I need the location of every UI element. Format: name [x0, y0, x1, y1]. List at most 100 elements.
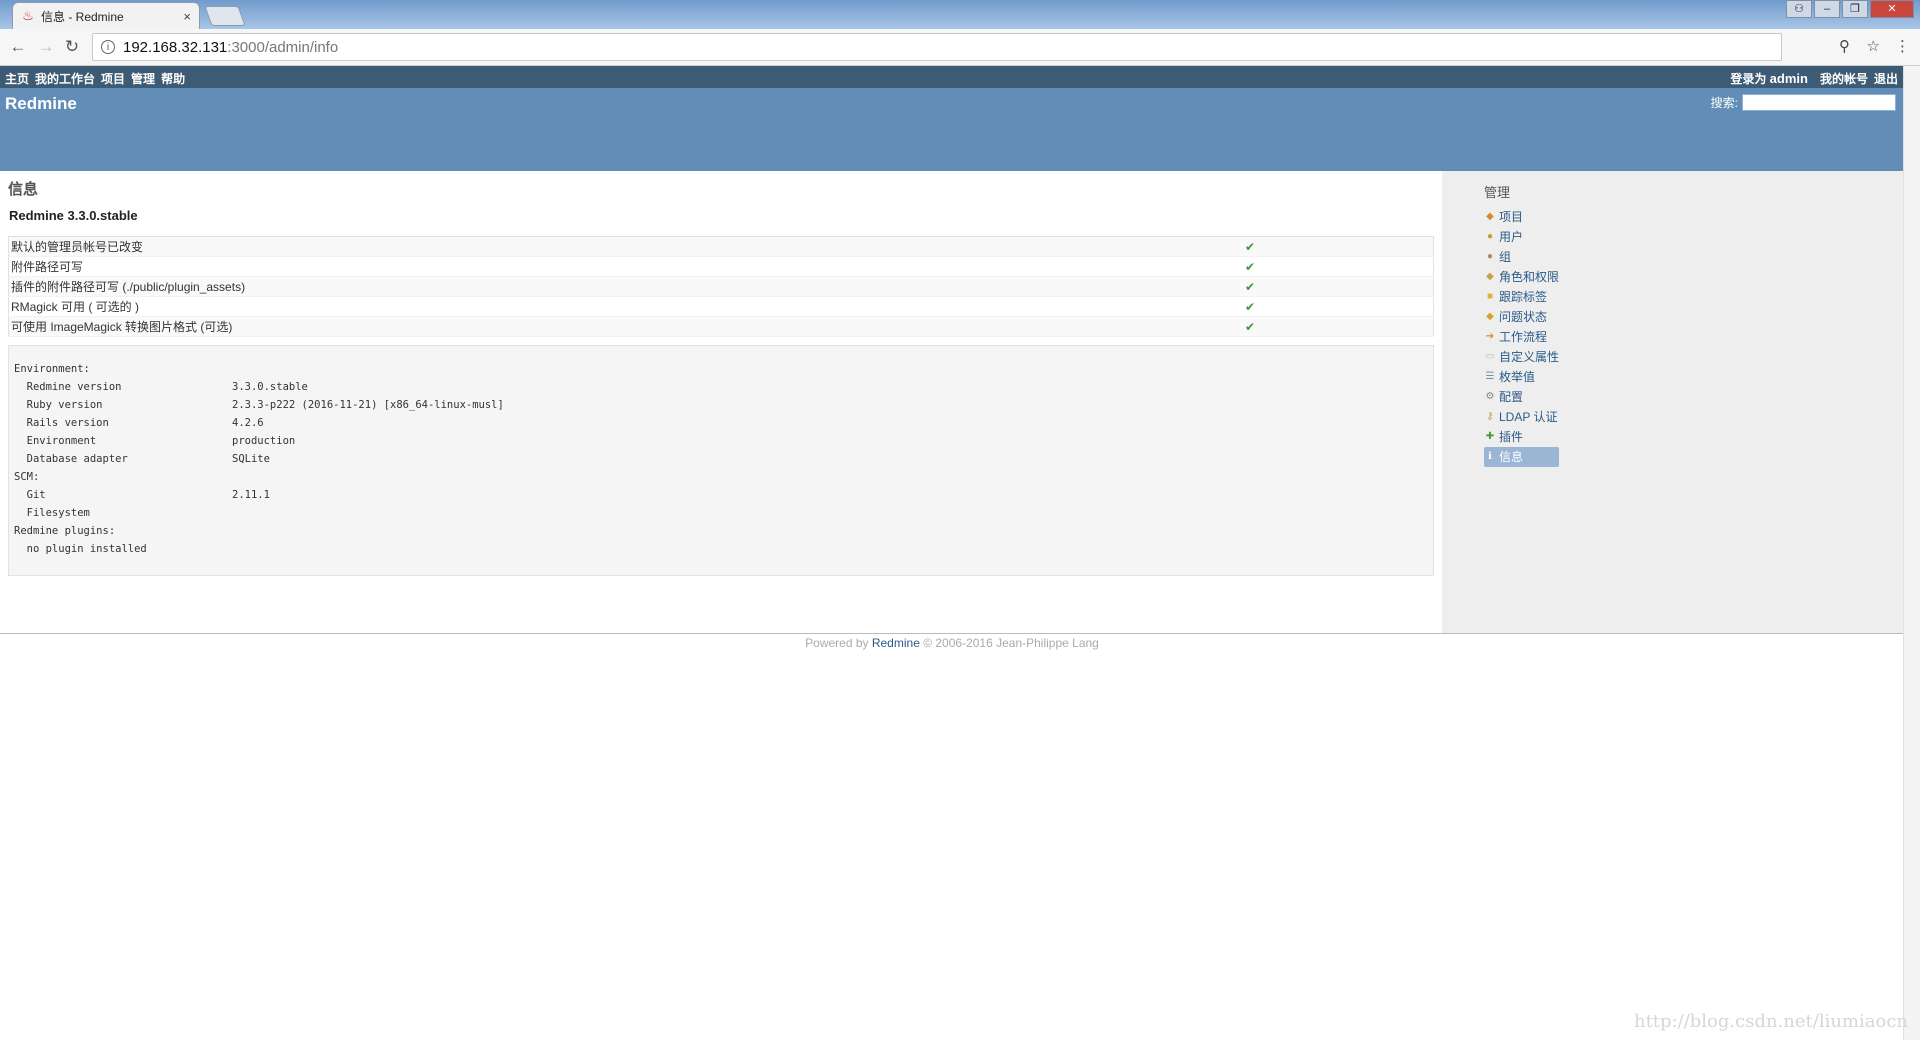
- content: 信息 Redmine 3.3.0.stable 默认的管理员帐号已改变 ✔ 附件…: [0, 171, 1442, 633]
- site-info-icon[interactable]: i: [101, 40, 115, 54]
- sidebar-item-label[interactable]: 工作流程: [1499, 327, 1547, 347]
- table-row: 插件的附件路径可写 (./public/plugin_assets) ✔: [8, 276, 1434, 297]
- bookmark-star-icon[interactable]: ☆: [1867, 37, 1880, 55]
- check-ok-icon: ✔: [1243, 256, 1434, 277]
- env-row: Ruby version 2.3.3-p222 (2016-11-21) [x86…: [14, 396, 1428, 414]
- env-row: no plugin installed: [14, 540, 1428, 558]
- window-close-icon[interactable]: ✕: [1870, 0, 1914, 18]
- roles-icon: ◆: [1486, 271, 1494, 282]
- sidebar-item-custom-fields[interactable]: ▭ 自定义属性: [1484, 347, 1559, 367]
- env-key: Redmine version: [14, 381, 122, 393]
- sidebar-item-roles[interactable]: ◆ 角色和权限: [1484, 267, 1559, 287]
- sidebar-item-label[interactable]: 用户: [1499, 227, 1523, 247]
- check-label: 可使用 ImageMagick 转换图片格式 (可选): [8, 316, 1243, 337]
- top-menu: 主页 我的工作台 项目 管理 帮助 登录为 admin 我的帐号 退出: [0, 66, 1904, 88]
- tab-close-icon[interactable]: ×: [183, 9, 191, 24]
- sidebar-item-label[interactable]: 自定义属性: [1499, 347, 1559, 367]
- sidebar-item-label[interactable]: 项目: [1499, 207, 1523, 227]
- sidebar-item-label[interactable]: 跟踪标签: [1499, 287, 1547, 307]
- sidebar-item-label[interactable]: LDAP 认证: [1499, 407, 1557, 427]
- settings-icon: ⚙: [1485, 391, 1495, 402]
- sidebar-item-issue-statuses[interactable]: ◆ 问题状态: [1484, 307, 1559, 327]
- check-ok-icon: ✔: [1243, 316, 1434, 337]
- top-menu-projects[interactable]: 项目: [101, 70, 125, 87]
- ldap-icon: ⚷: [1486, 411, 1494, 422]
- browser-tab-title: 信息 - Redmine: [41, 9, 124, 24]
- table-row: 附件路径可写 ✔: [8, 256, 1434, 277]
- sidebar-item-label[interactable]: 组: [1499, 247, 1511, 267]
- new-tab-button[interactable]: [204, 6, 246, 26]
- env-row: Filesystem: [14, 504, 1428, 522]
- url-input[interactable]: i 192.168.32.131:3000/admin/info: [92, 33, 1782, 61]
- browser-menu-icon[interactable]: ⋮: [1895, 37, 1910, 55]
- user-icon: ●: [1486, 231, 1494, 242]
- env-key: Redmine plugins:: [14, 525, 116, 537]
- sidebar-item-users[interactable]: ● 用户: [1484, 227, 1559, 247]
- sidebar-item-label[interactable]: 配置: [1499, 387, 1523, 407]
- back-arrow-icon[interactable]: ←: [8, 37, 28, 57]
- sidebar-item-label[interactable]: 插件: [1499, 427, 1523, 447]
- sidebar-item-settings[interactable]: ⚙ 配置: [1484, 387, 1559, 407]
- env-row: Database adapter SQLite: [14, 450, 1428, 468]
- env-row: Redmine version 3.3.0.stable: [14, 378, 1428, 396]
- footer-prefix: Powered by: [805, 636, 872, 650]
- zoom-search-icon[interactable]: ⚲: [1839, 37, 1850, 55]
- url-path: :3000/admin/info: [227, 38, 339, 56]
- env-row: SCM:: [14, 468, 1428, 486]
- header: Redmine 搜索:: [0, 88, 1904, 171]
- group-icon: ●: [1486, 251, 1494, 262]
- top-menu-home[interactable]: 主页: [5, 70, 29, 87]
- top-menu-my-page[interactable]: 我的工作台: [35, 70, 95, 87]
- sidebar-item-label[interactable]: 问题状态: [1499, 307, 1547, 327]
- search-input[interactable]: [1742, 94, 1896, 111]
- sidebar-item-groups[interactable]: ● 组: [1484, 247, 1559, 267]
- reload-icon[interactable]: ↻: [62, 37, 82, 57]
- env-key: Ruby version: [14, 399, 103, 411]
- top-menu-administration[interactable]: 管理: [131, 70, 155, 87]
- address-bar-row: ← → ↻ i 192.168.32.131:3000/admin/info ⚲…: [0, 29, 1920, 66]
- env-key: Environment:: [14, 363, 90, 375]
- footer-copyright: © 2006-2016 Jean-Philippe Lang: [919, 636, 1099, 650]
- browser-tab[interactable]: ♨ 信息 - Redmine ×: [12, 2, 200, 29]
- sidebar-title: 管理: [1484, 185, 1511, 200]
- my-account-link[interactable]: 我的帐号: [1820, 70, 1868, 87]
- sidebar-item-projects[interactable]: ◆ 项目: [1484, 207, 1559, 227]
- logout-link[interactable]: 退出: [1874, 70, 1898, 87]
- sidebar-item-label[interactable]: 信息: [1499, 447, 1523, 467]
- env-key: Git: [14, 489, 46, 501]
- redmine-version-heading: Redmine 3.3.0.stable: [9, 208, 138, 223]
- sidebar-item-plugins[interactable]: ✚ 插件: [1484, 427, 1559, 447]
- watermark: http://blog.csdn.net/liumiaocn: [1633, 1011, 1908, 1032]
- sidebar-item-label[interactable]: 枚举值: [1499, 367, 1535, 387]
- env-key: SCM:: [14, 471, 40, 483]
- logged-as-user[interactable]: admin: [1770, 71, 1808, 86]
- check-label: 附件路径可写: [8, 256, 1243, 277]
- table-row: 可使用 ImageMagick 转换图片格式 (可选) ✔: [8, 316, 1434, 337]
- sidebar-item-ldap[interactable]: ⚷ LDAP 认证: [1484, 407, 1559, 427]
- sidebar-item-trackers[interactable]: ■ 跟踪标签: [1484, 287, 1559, 307]
- check-label: 插件的附件路径可写 (./public/plugin_assets): [8, 276, 1243, 297]
- site-title: Redmine: [5, 94, 77, 113]
- env-row: Rails version 4.2.6: [14, 414, 1428, 432]
- page-scrollbar[interactable]: [1903, 66, 1920, 1040]
- env-value: production: [232, 435, 296, 447]
- sidebar-item-enumerations[interactable]: ☰ 枚举值: [1484, 367, 1559, 387]
- tracker-icon: ■: [1486, 291, 1494, 302]
- top-menu-help[interactable]: 帮助: [161, 70, 185, 87]
- env-value: 2.3.3-p222 (2016-11-21) [x86_64-linux-mu…: [232, 399, 504, 411]
- footer-divider: [0, 633, 1904, 634]
- minimize-icon[interactable]: –: [1814, 0, 1840, 18]
- logged-as: 登录为 admin: [1730, 70, 1808, 87]
- user-profile-icon[interactable]: ⚇: [1786, 0, 1812, 18]
- footer-redmine-link[interactable]: Redmine: [872, 636, 920, 650]
- redmine-favicon-icon: ♨: [22, 8, 34, 23]
- forward-arrow-icon[interactable]: →: [36, 37, 56, 57]
- sidebar-item-workflows[interactable]: ➔ 工作流程: [1484, 327, 1559, 347]
- restore-icon[interactable]: ❐: [1842, 0, 1868, 18]
- sidebar-item-label[interactable]: 角色和权限: [1499, 267, 1559, 287]
- page-title: 信息: [8, 181, 39, 198]
- check-ok-icon: ✔: [1243, 236, 1434, 257]
- table-row: 默认的管理员帐号已改变 ✔: [8, 236, 1434, 257]
- sidebar-item-info[interactable]: ℹ 信息: [1484, 447, 1560, 467]
- checklist-table: 默认的管理员帐号已改变 ✔ 附件路径可写 ✔ 插件的附件路径可写 (./publ…: [8, 236, 1434, 337]
